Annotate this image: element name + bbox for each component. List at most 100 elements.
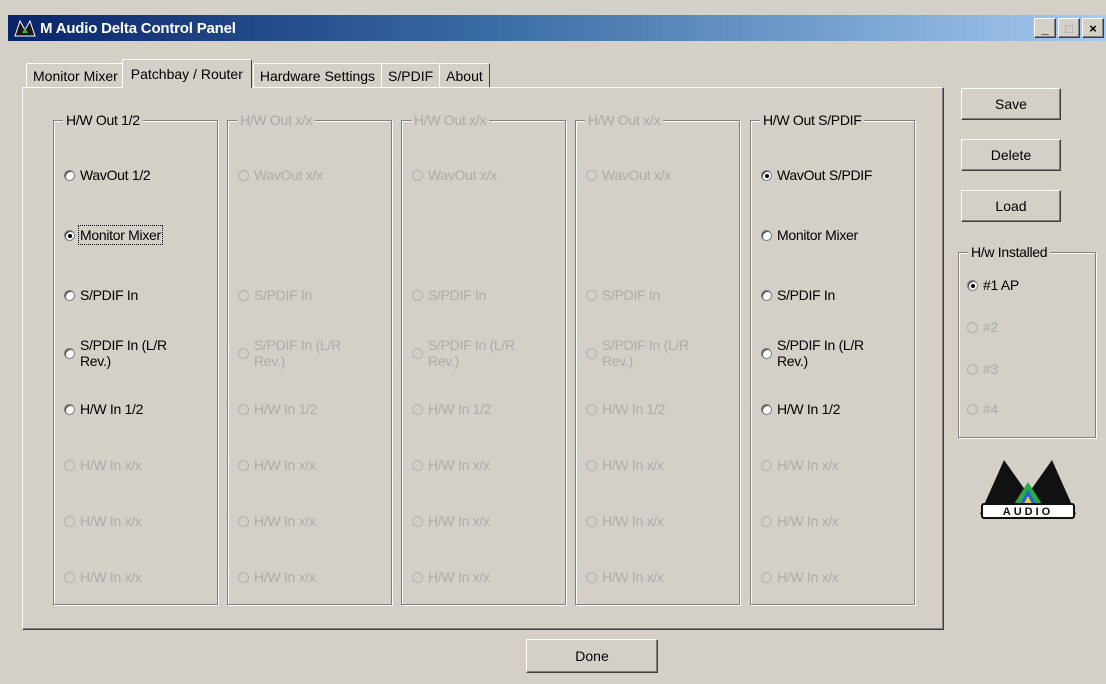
maximize-button[interactable]: □ (1058, 18, 1080, 38)
route-option-radio: H/W In x/x (64, 513, 142, 529)
route-option-label: WavOut 1/2 (80, 167, 151, 183)
radio-circle-icon (64, 516, 75, 527)
hw-installed-radio[interactable]: #1 AP (967, 277, 1019, 293)
radio-circle-icon (586, 404, 597, 415)
output-group-legend: H/W Out x/x (585, 112, 664, 128)
route-option-radio[interactable]: Monitor Mixer (64, 225, 163, 245)
route-option-label: H/W In 1/2 (80, 401, 144, 417)
route-option-radio[interactable]: S/PDIF In (761, 287, 835, 303)
route-option-radio[interactable]: H/W In 1/2 (761, 401, 840, 417)
route-option-label: H/W In x/x (254, 513, 316, 529)
route-option-label: H/W In x/x (777, 569, 839, 585)
route-option-radio: H/W In x/x (586, 457, 664, 473)
route-option-label: Monitor Mixer (777, 227, 858, 243)
radio-circle-icon (967, 364, 978, 375)
route-option-radio: S/PDIF In (238, 287, 312, 303)
route-option-radio: H/W In x/x (586, 569, 664, 585)
route-option-radio: H/W In x/x (761, 457, 839, 473)
radio-circle-icon (761, 460, 772, 471)
route-option-radio: H/W In x/x (412, 457, 490, 473)
radio-circle-icon (64, 230, 75, 241)
radio-circle-icon (238, 170, 249, 181)
radio-circle-icon (238, 460, 249, 471)
title-bar[interactable]: M Audio Delta Control Panel _ □ × (8, 15, 1106, 41)
output-group-0: H/W Out 1/2 WavOut 1/2 Monitor Mixer S/PDIF… (53, 112, 218, 605)
output-group-legend: H/W Out S/PDIF (760, 112, 865, 128)
route-option-radio[interactable]: Monitor Mixer (761, 227, 858, 243)
route-option-radio: H/W In x/x (238, 569, 316, 585)
route-option-radio: H/W In x/x (412, 513, 490, 529)
route-option-radio[interactable]: H/W In 1/2 (64, 401, 143, 417)
route-option-label: S/PDIF In (254, 287, 312, 303)
route-option-label: H/W In x/x (602, 569, 664, 585)
load-button[interactable]: Load (961, 190, 1061, 222)
route-option-radio: H/W In x/x (586, 513, 664, 529)
route-option-radio[interactable]: S/PDIF In (L/R Rev.) (64, 337, 200, 369)
route-option-label: H/W In x/x (602, 513, 664, 529)
hw-installed-legend: H/w Installed (968, 244, 1051, 260)
route-option-label: H/W In x/x (254, 457, 316, 473)
radio-circle-icon (412, 290, 423, 301)
route-option-radio: WavOut x/x (412, 167, 497, 183)
route-option-label: H/W In 1/2 (602, 401, 666, 417)
route-option-label: H/W In x/x (428, 569, 490, 585)
hw-installed-label: #3 (983, 361, 998, 377)
radio-circle-icon (412, 460, 423, 471)
tab-patchbay-router[interactable]: Patchbay / Router (121, 59, 252, 88)
radio-circle-icon (586, 516, 597, 527)
route-option-radio[interactable]: S/PDIF In (L/R Rev.) (761, 337, 897, 369)
route-option-radio: H/W In x/x (761, 513, 839, 529)
tab-spdif[interactable]: S/PDIF (381, 63, 441, 88)
route-option-radio: S/PDIF In (L/R Rev.) (412, 337, 548, 369)
route-option-label: H/W In x/x (428, 513, 490, 529)
route-option-radio[interactable]: WavOut S/PDIF (761, 167, 872, 183)
output-group-legend: H/W Out x/x (411, 112, 490, 128)
route-option-label: S/PDIF In (L/R Rev.) (80, 337, 167, 369)
route-option-radio: H/W In 1/2 (412, 401, 491, 417)
radio-circle-icon (586, 460, 597, 471)
route-option-label: S/PDIF In (777, 287, 835, 303)
route-option-radio[interactable]: WavOut 1/2 (64, 167, 151, 183)
route-option-label: S/PDIF In (L/R Rev.) (254, 337, 341, 369)
radio-circle-icon (967, 404, 978, 415)
route-option-radio: H/W In x/x (761, 569, 839, 585)
route-option-radio: S/PDIF In (586, 287, 660, 303)
radio-circle-icon (238, 572, 249, 583)
route-option-label: H/W In x/x (428, 457, 490, 473)
route-option-radio: H/W In x/x (64, 569, 142, 585)
route-option-radio: H/W In 1/2 (586, 401, 665, 417)
radio-circle-icon (761, 170, 772, 181)
route-option-label: S/PDIF In (L/R Rev.) (602, 337, 689, 369)
delete-button[interactable]: Delete (961, 139, 1061, 171)
radio-circle-icon (238, 290, 249, 301)
save-button[interactable]: Save (961, 88, 1061, 120)
logo-text: AUDIO (1003, 506, 1053, 518)
tab-hardware-settings[interactable]: Hardware Settings (252, 63, 383, 88)
radio-circle-icon (412, 516, 423, 527)
done-button[interactable]: Done (526, 639, 658, 673)
hw-installed-label: #4 (983, 401, 998, 417)
route-option-radio: S/PDIF In (L/R Rev.) (238, 337, 374, 369)
tab-monitor-mixer[interactable]: Monitor Mixer (26, 63, 125, 88)
m-audio-app-icon (14, 18, 36, 38)
route-option-label: Monitor Mixer (78, 225, 163, 245)
route-option-radio: H/W In x/x (238, 457, 316, 473)
route-option-label: H/W In x/x (254, 569, 316, 585)
radio-circle-icon (967, 280, 978, 291)
route-option-label: WavOut x/x (428, 167, 497, 183)
tab-about[interactable]: About (439, 63, 490, 88)
radio-circle-icon (64, 460, 75, 471)
radio-circle-icon (586, 348, 597, 359)
radio-circle-icon (64, 404, 75, 415)
radio-circle-icon (761, 572, 772, 583)
route-option-label: H/W In 1/2 (777, 401, 841, 417)
radio-circle-icon (967, 322, 978, 333)
route-option-label: H/W In x/x (80, 457, 142, 473)
close-button[interactable]: × (1082, 18, 1104, 38)
radio-circle-icon (412, 404, 423, 415)
minimize-button[interactable]: _ (1034, 18, 1056, 38)
control-panel-window: M Audio Delta Control Panel _ □ × Monito… (0, 0, 1106, 684)
route-option-radio[interactable]: S/PDIF In (64, 287, 138, 303)
hw-installed-radio: #2 (967, 319, 998, 335)
m-audio-logo-icon: AUDIO (976, 452, 1080, 522)
